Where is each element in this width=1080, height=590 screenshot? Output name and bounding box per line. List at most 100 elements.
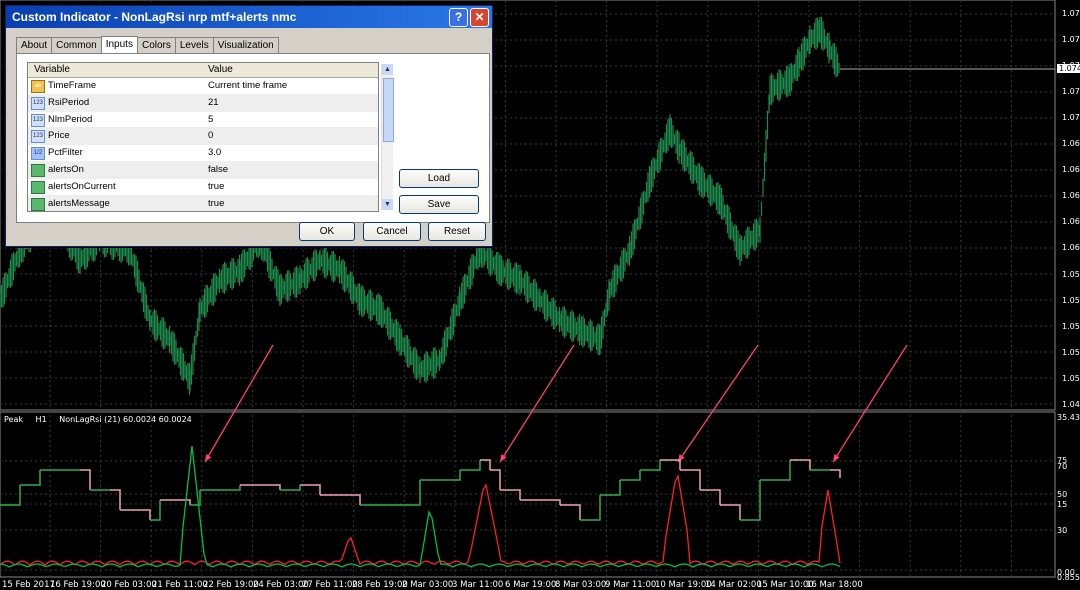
table-row[interactable]: alertsMessage true — [28, 195, 378, 211]
variable-value[interactable]: 0 — [208, 128, 213, 144]
current-price-label: 1.0745 — [1057, 64, 1080, 73]
ok-button[interactable]: OK — [299, 222, 355, 241]
double-type-icon: 1/2 — [31, 147, 45, 161]
variable-name: NlmPeriod — [48, 113, 93, 125]
tab-visualization[interactable]: Visualization — [212, 37, 279, 53]
bool-type-icon — [31, 180, 45, 194]
variable-name: alertsMessage — [48, 197, 110, 209]
tab-colors[interactable]: Colors — [136, 37, 176, 53]
time-tick-label: 8 Mar 03:00 — [555, 580, 607, 590]
rsi-line-segment — [440, 470, 461, 481]
price-tick-label: 1.0665 — [1062, 165, 1080, 174]
table-row[interactable]: 123 Price 0 — [28, 128, 378, 146]
scroll-up-icon[interactable]: ▲ — [382, 64, 393, 75]
cancel-button[interactable]: Cancel — [363, 222, 421, 241]
integer-type-icon: 123 — [31, 113, 45, 127]
price-tick-label: 1.0526 — [1062, 348, 1080, 357]
tab-common[interactable]: Common — [51, 37, 102, 53]
table-row[interactable]: 123 NlmPeriod 5 — [28, 112, 378, 129]
price-tick-label: 1.0605 — [1062, 243, 1080, 252]
price-tick-label: 1.0685 — [1062, 139, 1080, 148]
price-tick-label: 1.0546 — [1062, 322, 1080, 331]
time-tick-label: 24 Feb 03:00 — [253, 580, 309, 590]
variable-value[interactable]: 21 — [208, 95, 219, 111]
indicator-tick-label: 35.4396 — [1057, 413, 1080, 422]
price-tick-label: 1.0566 — [1062, 296, 1080, 305]
tab-about[interactable]: About — [16, 37, 53, 53]
indicator-tick-label: 70 — [1057, 462, 1068, 471]
variable-value[interactable]: 5 — [208, 112, 213, 128]
dialog-title: Custom Indicator - NonLagRsi nrp mtf+ale… — [12, 10, 297, 24]
bool-type-icon — [31, 163, 45, 177]
load-button[interactable]: Load — [399, 169, 479, 188]
indicator-tick-label: 0.8556 — [1057, 573, 1080, 582]
inputs-table: Variable Value ab TimeFrame Current time f… — [27, 62, 379, 212]
time-tick-label: 2 Mar 03:00 — [402, 580, 454, 590]
time-tick-label: 14 Mar 02:00 — [705, 580, 762, 590]
rsi-line-segment — [700, 489, 721, 505]
custom-indicator-dialog: Custom Indicator - NonLagRsi nrp mtf+ale… — [5, 5, 493, 247]
rsi-line-segment — [280, 485, 301, 491]
rsi-line-segment — [760, 460, 791, 481]
time-tick-label: 22 Feb 19:00 — [203, 580, 259, 590]
rsi-line-segment — [120, 509, 151, 520]
inputs-panel: Variable Value ab TimeFrame Current time f… — [16, 53, 490, 223]
rsi-line-segment — [230, 485, 241, 491]
rsi-line-segment — [620, 470, 641, 481]
rsi-line-segment — [580, 495, 601, 521]
time-tick-label: 16 Mar 18:00 — [806, 580, 863, 590]
integer-type-icon: 123 — [31, 130, 45, 144]
time-tick-label: 10 Mar 19:00 — [655, 580, 712, 590]
table-row[interactable]: ab TimeFrame Current time frame — [28, 78, 378, 95]
time-tick-label: 16 Feb 19:00 — [50, 580, 106, 590]
rsi-line-segment — [680, 469, 701, 490]
scroll-down-icon[interactable]: ▼ — [382, 199, 393, 210]
table-row[interactable]: 1/2 PctFilter 3.0 — [28, 145, 378, 162]
indicator-tick-label: 30 — [1057, 526, 1068, 535]
variable-name: TimeFrame — [48, 80, 97, 91]
tab-inputs[interactable]: Inputs — [100, 36, 138, 54]
table-row[interactable]: alertsOn false — [28, 161, 378, 179]
column-variable[interactable]: Variable — [34, 63, 70, 77]
rsi-line-segment — [400, 480, 421, 506]
price-tick-label: 1.0585 — [1062, 270, 1080, 279]
rsi-line-segment — [240, 484, 281, 490]
rsi-line-segment — [490, 469, 501, 490]
close-icon[interactable]: ✕ — [470, 8, 489, 27]
variable-name: PctFilter — [48, 147, 83, 159]
time-tick-label: 3 Mar 11:00 — [452, 580, 504, 590]
help-icon[interactable]: ? — [449, 8, 468, 27]
table-row[interactable]: 123 RsiPeriod 21 — [28, 94, 378, 112]
rsi-line-segment — [0, 485, 21, 506]
price-tick-label: 1.0486 — [1062, 400, 1080, 409]
scroll-thumb[interactable] — [383, 78, 394, 142]
reset-button[interactable]: Reset — [428, 222, 486, 241]
variable-value[interactable]: Current time frame — [208, 78, 287, 94]
table-header: Variable Value — [28, 63, 378, 78]
rsi-line-segment — [830, 469, 841, 478]
tab-levels[interactable]: Levels — [174, 37, 214, 53]
dialog-titlebar[interactable]: Custom Indicator - NonLagRsi nrp mtf+ale… — [6, 6, 492, 28]
table-scrollbar[interactable]: ▲ ▼ — [381, 64, 394, 210]
time-tick-label: 27 Feb 11:00 — [302, 580, 358, 590]
variable-value[interactable]: 3.0 — [208, 145, 221, 161]
save-button[interactable]: Save — [399, 195, 479, 214]
time-tick-label: 21 Feb 11:00 — [152, 580, 208, 590]
variable-value[interactable]: true — [208, 179, 224, 195]
indicator-name: NonLagRsi (21) 60.0024 60.0024 — [59, 415, 192, 424]
indicator-tick-label: 15 — [1057, 500, 1068, 509]
price-tick-label: 1.0705 — [1062, 113, 1080, 122]
rsi-line-segment — [80, 469, 91, 490]
table-row[interactable]: alertsOnCurrent true — [28, 179, 378, 196]
variable-value[interactable]: true — [208, 196, 224, 211]
time-tick-label: 20 Feb 03:00 — [101, 580, 157, 590]
price-tick-label: 1.0765 — [1062, 35, 1080, 44]
variable-name: alertsOn — [48, 163, 84, 175]
rsi-line-segment — [740, 480, 761, 521]
rsi-line-segment — [600, 480, 621, 496]
variable-value[interactable]: false — [208, 162, 228, 178]
rsi-line-segment — [20, 470, 41, 486]
rsi-line-segment — [110, 489, 121, 510]
indicator-mode: Peak — [4, 415, 23, 424]
column-value[interactable]: Value — [208, 63, 233, 77]
